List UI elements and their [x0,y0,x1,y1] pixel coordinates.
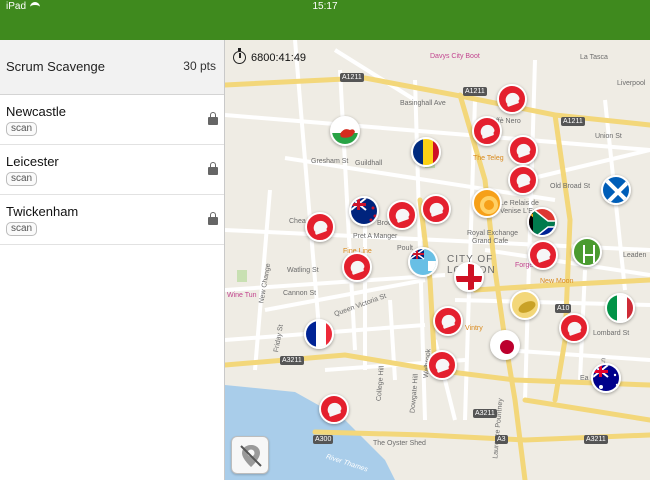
australia-flag-pin[interactable] [591,363,621,393]
new-zealand-flag-pin[interactable] [349,196,379,226]
france-flag-pin[interactable] [304,319,334,349]
scan-tag: scan [6,122,38,136]
map-label: Cannon St [283,290,317,297]
map-label: Union St [595,133,622,140]
lock-icon [208,112,218,125]
romania-flag-pin[interactable] [411,137,441,167]
road-shield: A1211 [561,117,585,126]
lock-icon [208,212,218,225]
map-label: Poult [397,245,413,252]
wales-flag-pin[interactable] [330,116,360,146]
stopwatch-icon [233,48,246,64]
list-item-leicester[interactable]: Leicester scan [0,145,224,195]
japan-flag-pin[interactable] [490,330,520,360]
map-label: Leaden [623,252,647,259]
rugby-ball-pin[interactable] [427,350,457,380]
map-label: Pret A Manger [353,233,398,240]
map-label: Guildhall [355,160,383,167]
hunt-sidebar: Scrum Scavenge 30 pts Newcastle scan Lei… [0,40,225,480]
rugby-ball-pin[interactable] [305,212,335,242]
road-shield: A300 [313,435,334,444]
scotland-flag-pin[interactable] [601,175,631,205]
list-item-title: Newcastle [6,104,66,119]
map-label: Watling St [287,267,319,274]
italy-flag-pin[interactable] [605,293,635,323]
map-label: Le Relais de [500,200,539,207]
list-item-newcastle[interactable]: Newcastle scan [0,95,224,145]
rugby-ball-pin[interactable] [319,394,349,424]
rugby-ball-pin[interactable] [528,240,558,270]
scan-tag: scan [6,222,38,236]
list-item-twickenham[interactable]: Twickenham scan [0,195,224,245]
map-label: Liverpool [617,80,646,87]
location-off-button[interactable] [231,436,269,474]
lock-icon [208,162,218,175]
scan-tag: scan [6,172,38,186]
map-label: Old Broad St [550,183,591,190]
rugby-ball-pin[interactable] [472,116,502,146]
road-shield: A3211 [280,356,304,365]
map-label: Basinghall Ave [400,100,446,107]
hunt-title: Scrum Scavenge [6,59,105,74]
location-off-icon [240,445,262,467]
rugby-ball-pin[interactable] [433,306,463,336]
status-bar: iPad 15:17 [0,0,650,40]
points-total: 30 pts [183,59,216,73]
list-item-title: Twickenham [6,204,79,219]
rugby-ball-pin[interactable] [559,313,589,343]
map-label: Royal Exchange [467,230,518,237]
road-shield: A1211 [340,73,364,82]
map-label: Lombard St [593,330,630,337]
map-label: The Oyster Shed [373,440,426,447]
fiji-flag-pin[interactable] [408,247,438,277]
rugby-posts-pin[interactable] [572,237,602,267]
road-shield: A3211 [584,435,608,444]
map-label: Davys City Boot [430,53,480,60]
rugby-ball-pin[interactable] [421,194,451,224]
timer-value: 6800:41:49 [251,52,307,64]
sidebar-header: Scrum Scavenge 30 pts [0,40,224,95]
rugby-ball-pin[interactable] [508,135,538,165]
clock: 15:17 [312,1,338,12]
map-label: Ea [580,375,589,382]
list-item-title: Leicester [6,154,59,169]
map-label: The Teleg [473,155,504,162]
england-flag-pin[interactable] [454,262,484,292]
road-shield: A3211 [473,409,497,418]
map-label: New Moon [540,278,574,285]
gold-ball-pin[interactable] [510,290,540,320]
road-shield: A10 [555,304,572,313]
rugby-ball-pin[interactable] [497,84,527,114]
south-africa-flag-pin[interactable] [527,207,557,237]
map-label: Wine Tun [227,292,257,299]
rugby-ball-pin[interactable] [508,165,538,195]
road-shield: A3 [495,435,508,444]
rugby-ball-pin[interactable] [342,252,372,282]
map-label: Gresham St [311,158,349,165]
map-label: Chea [289,218,306,225]
map-label: La Tasca [580,54,608,61]
road-shield: A1211 [463,87,487,96]
map-label: Vintry [465,325,483,332]
map-label: Grand Cafe [472,238,509,245]
map-view[interactable]: Davys City Boot Basinghall Ave La Tasca … [225,40,650,480]
rugby-ball-pin[interactable] [387,200,417,230]
orange-medal-pin[interactable] [472,188,502,218]
